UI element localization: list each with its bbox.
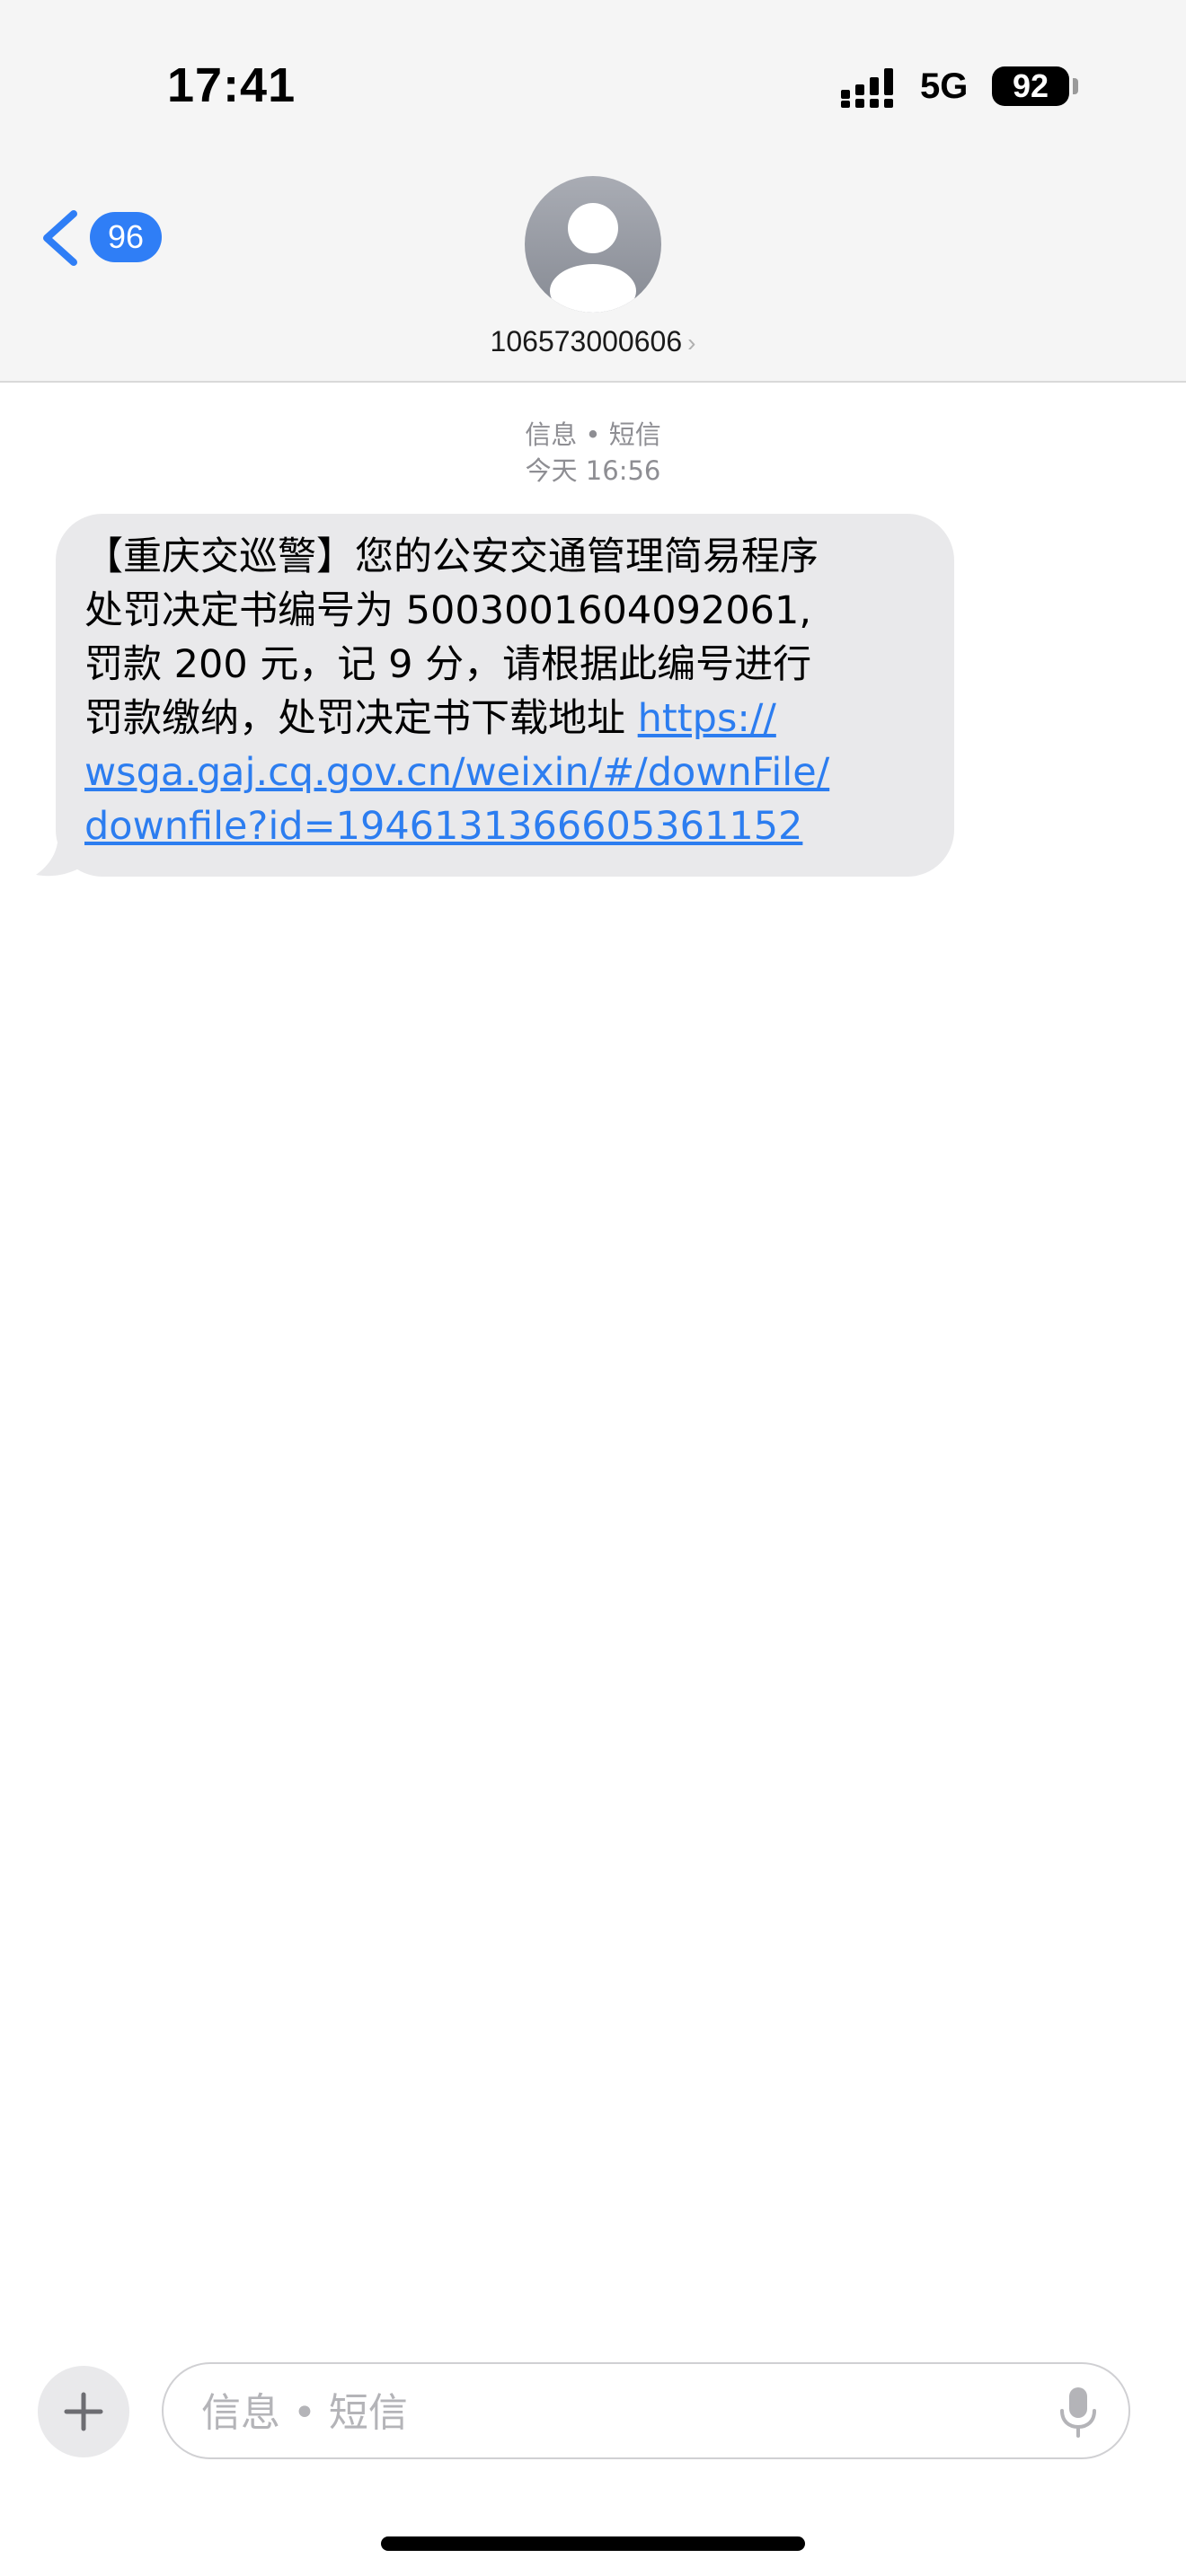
- back-chevron-icon: [43, 210, 77, 266]
- signal-icon: [841, 68, 893, 108]
- message-composer: [162, 2362, 1130, 2459]
- contact-avatar-icon: [550, 203, 636, 313]
- home-indicator[interactable]: [381, 2536, 805, 2551]
- battery-indicator: 92: [992, 66, 1069, 106]
- conversation-meta: 信息 • 短信 今天 16:56: [413, 417, 773, 489]
- contact-avatar[interactable]: [525, 176, 661, 313]
- plus-icon: [64, 2392, 103, 2431]
- network-type: 5G: [920, 66, 969, 106]
- battery-tip: [1073, 78, 1078, 94]
- message-timestamp: 今天 16:56: [525, 455, 661, 486]
- messages-screen: 17:41 5G 92 96 106573000606 › 信息 • 短信 今天…: [0, 0, 1186, 2576]
- status-time: 17:41: [167, 58, 296, 112]
- contact-chevron-icon: ›: [687, 329, 696, 357]
- conversation-header: 17:41 5G 92 96 106573000606 ›: [0, 0, 1186, 383]
- service-label: 信息 • 短信: [525, 419, 661, 450]
- message-text: 【重庆交巡警】您的公安交通管理简易程序 处罚决定书编号为 50030016040…: [84, 530, 929, 853]
- contact-name[interactable]: 106573000606 ›: [413, 325, 773, 358]
- microphone-icon[interactable]: [1055, 2386, 1102, 2439]
- back-button[interactable]: 96: [40, 201, 165, 273]
- unread-count-badge: 96: [90, 212, 162, 262]
- message-input[interactable]: [199, 2380, 1012, 2445]
- contact-number: 106573000606: [490, 325, 683, 357]
- apps-plus-button[interactable]: [38, 2366, 129, 2457]
